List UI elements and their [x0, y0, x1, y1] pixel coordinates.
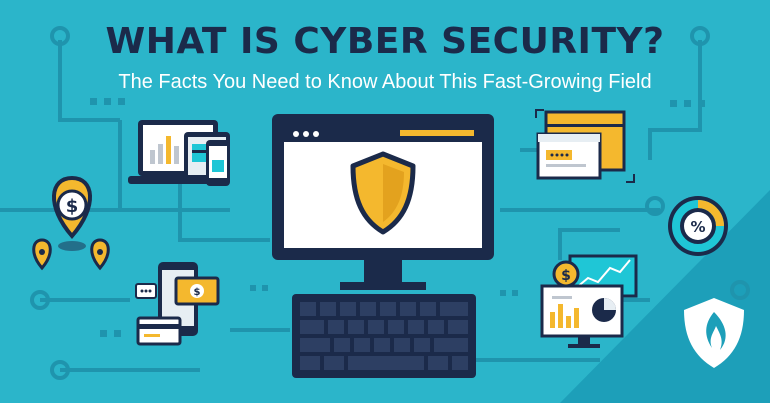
- svg-text:$: $: [561, 268, 571, 284]
- keyboard: [292, 294, 476, 378]
- infographic-banner: $ $ % $ WHAT IS CYBER SECURITY? The Fact…: [0, 0, 770, 403]
- svg-text:$: $: [194, 287, 201, 298]
- percent-gauge-icon: %: [668, 196, 728, 256]
- small-pin-right-icon: [90, 238, 110, 271]
- browser-window-group: [535, 109, 635, 183]
- analytics-dashboard-group: $: [540, 254, 638, 348]
- dollar-location-pin-icon: $: [52, 175, 92, 251]
- smartphone-payment-group: $: [135, 262, 220, 346]
- page-subtitle: The Facts You Need to Know About This Fa…: [118, 71, 652, 93]
- page-title: WHAT IS CYBER SECURITY?: [105, 21, 665, 62]
- percent-symbol: %: [690, 218, 705, 236]
- dollar-symbol: $: [66, 196, 79, 217]
- small-pin-left-icon: [32, 238, 52, 271]
- laptop-device-group: [128, 120, 230, 186]
